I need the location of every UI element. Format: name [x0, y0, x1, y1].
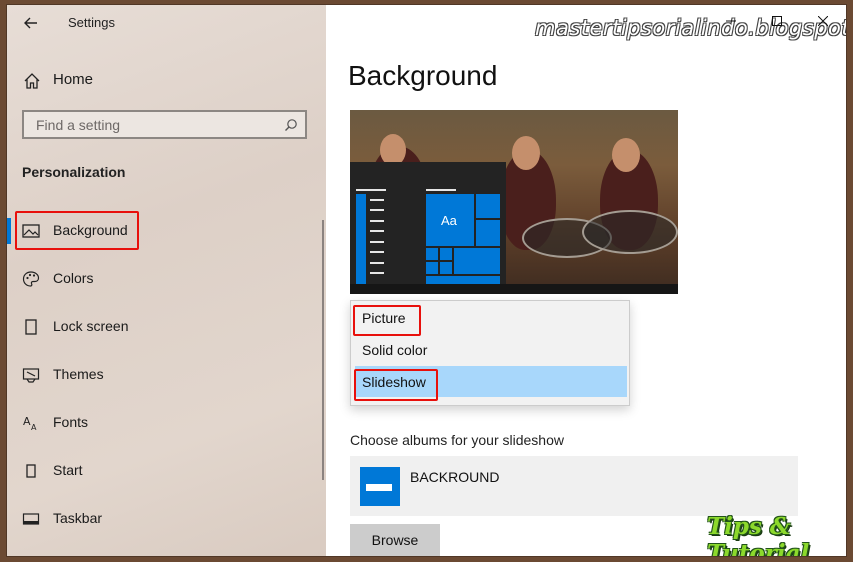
font-icon: A A [23, 415, 37, 432]
maximize-button[interactable] [754, 5, 800, 37]
browse-button[interactable]: Browse [350, 524, 440, 556]
section-heading: Personalization [22, 164, 126, 180]
sidebar-item-background[interactable]: Background [7, 211, 326, 251]
dropdown-option-solid-color[interactable]: Solid color [351, 334, 629, 365]
close-icon [818, 16, 828, 26]
sidebar-item-label: Background [53, 222, 128, 238]
dropdown-option-slideshow[interactable]: Slideshow [355, 366, 627, 397]
preview-photo-figure [512, 136, 540, 170]
palette-icon [22, 271, 40, 287]
sidebar-item-label: Fonts [53, 414, 89, 430]
preview-line [370, 220, 384, 222]
preview-line [370, 272, 384, 274]
sidebar-item-label: Colors [53, 270, 94, 286]
preview-tile [440, 248, 452, 260]
albums-label: Choose albums for your slideshow [350, 432, 564, 448]
background-preview: Aa [350, 110, 678, 294]
sidebar-item-themes[interactable]: Themes [7, 355, 326, 395]
active-indicator [7, 218, 11, 244]
sidebar-item-fonts[interactable]: A A Fonts [7, 403, 326, 443]
nav-home-label: Home [53, 71, 94, 88]
preview-line [370, 251, 384, 253]
nav-home[interactable]: Home [7, 65, 326, 95]
dropdown-option-label: Solid color [362, 342, 428, 358]
preview-tile [356, 194, 366, 284]
preview-tile [454, 248, 500, 274]
album-name: BACKROUND [410, 469, 500, 485]
minimize-button[interactable] [708, 5, 754, 37]
preview-line [370, 241, 384, 243]
preview-photo-table [582, 210, 678, 254]
brush-icon [22, 368, 40, 383]
sidebar-scrollbar[interactable] [322, 220, 324, 480]
sidebar-item-label: Taskbar [53, 510, 103, 526]
window-controls [708, 5, 846, 37]
folder-icon [360, 467, 400, 506]
dropdown-option-label: Picture [362, 310, 406, 326]
background-type-dropdown[interactable]: Picture Solid color Slideshow [350, 300, 630, 406]
sidebar-item-label: Lock screen [53, 318, 129, 334]
preview-line [370, 209, 384, 211]
minimize-icon [726, 20, 736, 22]
sidebar-item-start[interactable]: Start [7, 451, 326, 491]
preview-line [370, 262, 384, 264]
lock-screen-icon [25, 319, 37, 335]
preview-tile [426, 248, 438, 260]
sidebar-item-colors[interactable]: Colors [7, 259, 326, 299]
close-button[interactable] [800, 5, 846, 37]
album-folder-card[interactable]: BACKROUND [350, 456, 798, 516]
preview-line [370, 230, 384, 232]
preview-taskbar [350, 284, 678, 294]
preview-photo-figure [612, 138, 640, 172]
back-arrow-icon [24, 17, 37, 29]
search-icon [285, 119, 297, 131]
dropdown-option-picture[interactable]: Picture [351, 302, 629, 333]
settings-window: Settings Home Personalization Background [7, 5, 846, 556]
preview-line [426, 189, 456, 191]
sidebar-item-taskbar[interactable]: Taskbar [7, 499, 326, 539]
preview-tile [476, 220, 500, 246]
sidebar: Settings Home Personalization Background [7, 5, 326, 556]
maximize-icon [772, 16, 782, 26]
picture-icon [22, 224, 40, 238]
preview-line [356, 189, 386, 191]
back-button[interactable] [19, 11, 43, 35]
preview-tile [426, 262, 438, 274]
start-icon [26, 464, 36, 478]
window-title: Settings [68, 15, 115, 30]
preview-tile [440, 262, 452, 274]
tips-tutorial-logo: Tips & Tutorial [707, 513, 810, 556]
svg-text:A: A [23, 415, 31, 428]
preview-tile [476, 194, 500, 218]
preview-tile-text: Aa [441, 213, 457, 228]
sidebar-item-label: Themes [53, 366, 104, 382]
content-pane: mastertipsorialindo.blogspot.com Backgro… [326, 5, 846, 556]
search-input[interactable] [34, 116, 278, 134]
preview-tile [426, 276, 500, 284]
preview-line [370, 199, 384, 201]
page-title: Background [348, 60, 498, 91]
sidebar-item-lock-screen[interactable]: Lock screen [7, 307, 326, 347]
home-icon [24, 73, 40, 89]
search-box[interactable] [22, 110, 307, 139]
taskbar-icon [22, 513, 40, 525]
svg-text:A: A [31, 423, 37, 432]
dropdown-option-label: Slideshow [362, 374, 426, 390]
sidebar-item-label: Start [53, 462, 83, 478]
